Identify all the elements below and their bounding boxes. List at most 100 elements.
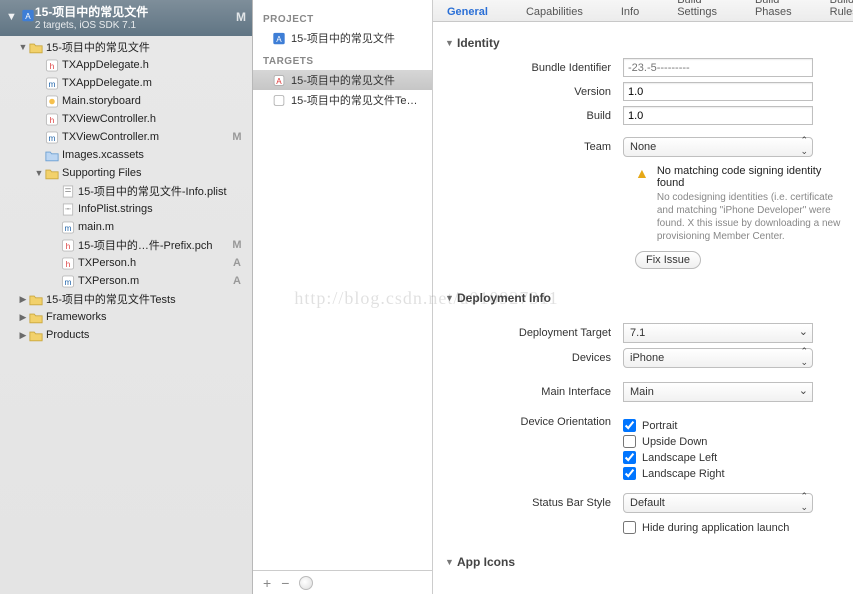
add-target-button[interactable]: + [263,575,271,591]
bundle-id-label: Bundle Identifier [453,62,623,74]
orientation-label: Device Orientation [453,416,623,428]
file-row[interactable]: mTXViewController.mM [0,128,252,146]
fix-issue-button[interactable]: Fix Issue [635,251,701,269]
file-row[interactable]: mTXAppDelegate.m [0,74,252,92]
chevron-down-icon: ▼ [445,293,457,303]
project-title: 15-项目中的常见文件 [35,3,236,20]
deployment-section[interactable]: ▼Deployment Info [445,291,841,305]
scm-badge: A [230,257,244,269]
file-row[interactable]: mmain.m [0,218,252,236]
file-row[interactable]: ""InfoPlist.strings [0,200,252,218]
file-label: Frameworks [46,311,230,323]
file-row[interactable]: h15-项目中的…件-Prefix.pchM [0,236,252,254]
folder-icon [28,40,43,54]
folder-icon [44,166,59,180]
bundle-id-field[interactable] [623,58,813,77]
scm-badge: A [230,275,244,287]
version-label: Version [453,86,623,98]
devices-select[interactable]: iPhone [623,348,813,368]
disclosure-icon[interactable]: ▶ [18,312,28,323]
hide-statusbar-checkbox[interactable]: Hide during application launch [623,521,841,534]
disclosure-icon[interactable]: ▶ [18,294,28,305]
svg-text:m: m [64,277,71,287]
statusbar-style-label: Status Bar Style [453,497,623,509]
target-list-pane: PROJECT A 15-项目中的常见文件 TARGETS A 15-项目中的常… [253,0,433,594]
h-icon: h [44,112,59,126]
str-icon: "" [60,202,75,216]
file-label: 15-项目中的…件-Prefix.pch [78,237,230,253]
tab-build-rules[interactable]: Build Rules [824,0,853,21]
file-row[interactable]: hTXPerson.hA [0,254,252,272]
tab-build-phases[interactable]: Build Phases [749,0,798,21]
file-row[interactable]: ▶ Frameworks [0,308,252,326]
project-header[interactable]: ▼ A 15-项目中的常见文件 2 targets, iOS SDK 7.1 M [0,0,252,36]
orient-portrait[interactable]: Portrait [623,419,841,432]
h-icon: h [60,256,75,270]
file-row[interactable]: mTXPerson.mA [0,272,252,290]
file-label: TXViewController.m [62,131,230,143]
m-icon: m [44,76,59,90]
target-footer: + − [253,570,432,594]
svg-text:h: h [65,259,70,269]
file-label: TXViewController.h [62,113,230,125]
team-select[interactable]: None [623,137,813,157]
chevron-down-icon: ▼ [445,557,457,567]
devices-label: Devices [453,352,623,364]
folder-icon [28,328,43,342]
file-row[interactable]: ▼15-项目中的常见文件 [0,38,252,56]
tab-general[interactable]: General [441,3,494,21]
xcode-project-icon: A [21,9,35,25]
disclosure-icon[interactable]: ▶ [18,330,28,341]
scm-badge: M [230,239,244,251]
target-row[interactable]: 15-项目中的常见文件Te… [253,90,432,110]
identity-section[interactable]: ▼Identity [445,36,841,50]
orient-landscape-right[interactable]: Landscape Right [623,467,841,480]
orient-landscape-left[interactable]: Landscape Left [623,451,841,464]
main-interface-label: Main Interface [453,386,623,398]
svg-text:m: m [48,133,55,143]
app-target-icon: A [271,74,287,87]
project-row[interactable]: A 15-项目中的常见文件 [253,28,432,48]
disclosure-icon[interactable]: ▼ [34,168,44,178]
file-navigator: ▼ A 15-项目中的常见文件 2 targets, iOS SDK 7.1 M… [0,0,253,594]
remove-target-button[interactable]: − [281,575,289,591]
file-row[interactable]: 15-项目中的常见文件-Info.plist [0,182,252,200]
project-subtitle: 2 targets, iOS SDK 7.1 [35,20,236,31]
deployment-target-select[interactable]: 7.1 [623,323,813,343]
m-icon: m [60,220,75,234]
file-label: TXAppDelegate.h [62,59,230,71]
orient-upsidedown[interactable]: Upside Down [623,435,841,448]
xa-icon [44,148,59,162]
test-target-icon [271,94,287,107]
file-row[interactable]: Images.xcassets [0,146,252,164]
target-row[interactable]: A 15-项目中的常见文件 [253,70,432,90]
file-row[interactable]: ▶ 15-项目中的常见文件Tests [0,290,252,308]
svg-text:"": "" [65,206,71,215]
tab-info[interactable]: Info [615,3,645,21]
appicons-section[interactable]: ▼App Icons [445,555,841,569]
sb-icon [44,94,59,108]
main-interface-select[interactable]: Main [623,382,813,402]
version-field[interactable] [623,82,813,101]
file-row[interactable]: ▶Products [0,326,252,344]
svg-text:h: h [49,115,54,125]
file-label: 15-项目中的常见文件Tests [46,291,230,307]
plist-icon [60,184,75,198]
statusbar-style-select[interactable]: Default [623,493,813,513]
file-row[interactable]: hTXAppDelegate.h [0,56,252,74]
file-row[interactable]: Main.storyboard [0,92,252,110]
file-label: main.m [78,221,230,233]
file-row[interactable]: ▼Supporting Files [0,164,252,182]
file-label: 15-项目中的常见文件-Info.plist [78,183,230,199]
disclosure-icon[interactable]: ▼ [6,11,17,23]
file-row[interactable]: h TXViewController.h [0,110,252,128]
project-section-header: PROJECT [253,6,432,28]
build-field[interactable] [623,106,813,125]
signing-warning: ▲ No matching code signing identity foun… [635,165,841,243]
folder-icon [28,310,43,324]
tab-build-settings[interactable]: Build Settings [671,0,723,21]
disclosure-icon[interactable]: ▼ [18,42,28,52]
editor-tabs: General Capabilities Info Build Settings… [433,0,853,22]
filter-icon[interactable] [299,576,313,590]
tab-capabilities[interactable]: Capabilities [520,3,589,21]
